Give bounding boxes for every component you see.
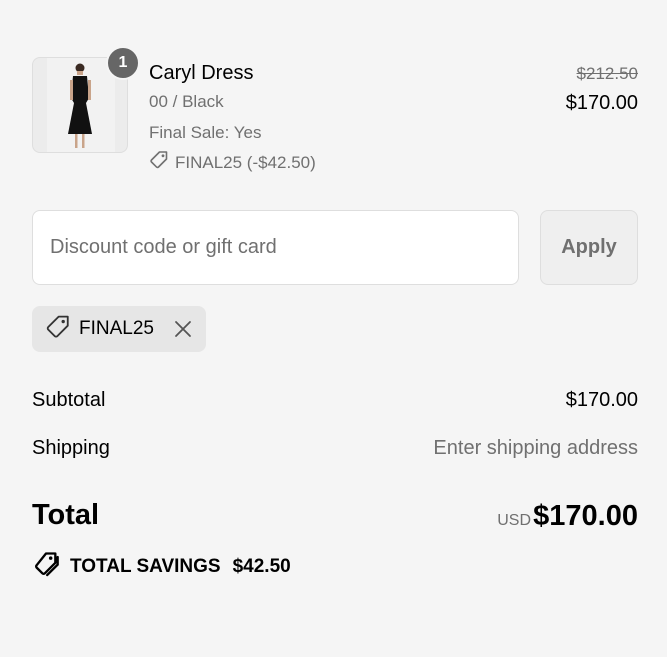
shipping-label: Shipping [32, 437, 110, 459]
subtotal-value: $170.00 [565, 389, 638, 411]
savings-value: $42.50 [232, 555, 291, 577]
quantity-badge: 1 [106, 46, 140, 80]
tag-icon [45, 314, 71, 345]
product-name: Caryl Dress [149, 62, 254, 84]
total-value: $170.00 [533, 500, 638, 532]
savings-tags-icon [32, 550, 60, 583]
apply-button[interactable]: Apply [540, 210, 638, 285]
product-price: $170.00 [565, 92, 638, 114]
subtotal-label: Subtotal [32, 389, 106, 411]
discount-code-input[interactable] [32, 210, 519, 285]
compare-at-price: $212.50 [576, 64, 638, 83]
tag-icon [149, 150, 169, 175]
total-label: Total [32, 499, 100, 531]
close-icon[interactable] [172, 318, 194, 340]
product-discount-text: FINAL25 (-$42.50) [175, 152, 316, 172]
total-savings: TOTAL SAVINGS $42.50 [32, 550, 291, 583]
savings-label: TOTAL SAVINGS [70, 555, 221, 577]
shipping-value: Enter shipping address [433, 437, 638, 459]
product-variant: 00 / Black [149, 92, 224, 111]
applied-discount-tag: FINAL25 [32, 306, 206, 352]
applied-discount-code: FINAL25 [79, 318, 154, 339]
final-sale-note: Final Sale: Yes [149, 123, 262, 142]
total-currency: USD [497, 512, 531, 529]
product-discount-line: FINAL25 (-$42.50) [149, 150, 316, 175]
